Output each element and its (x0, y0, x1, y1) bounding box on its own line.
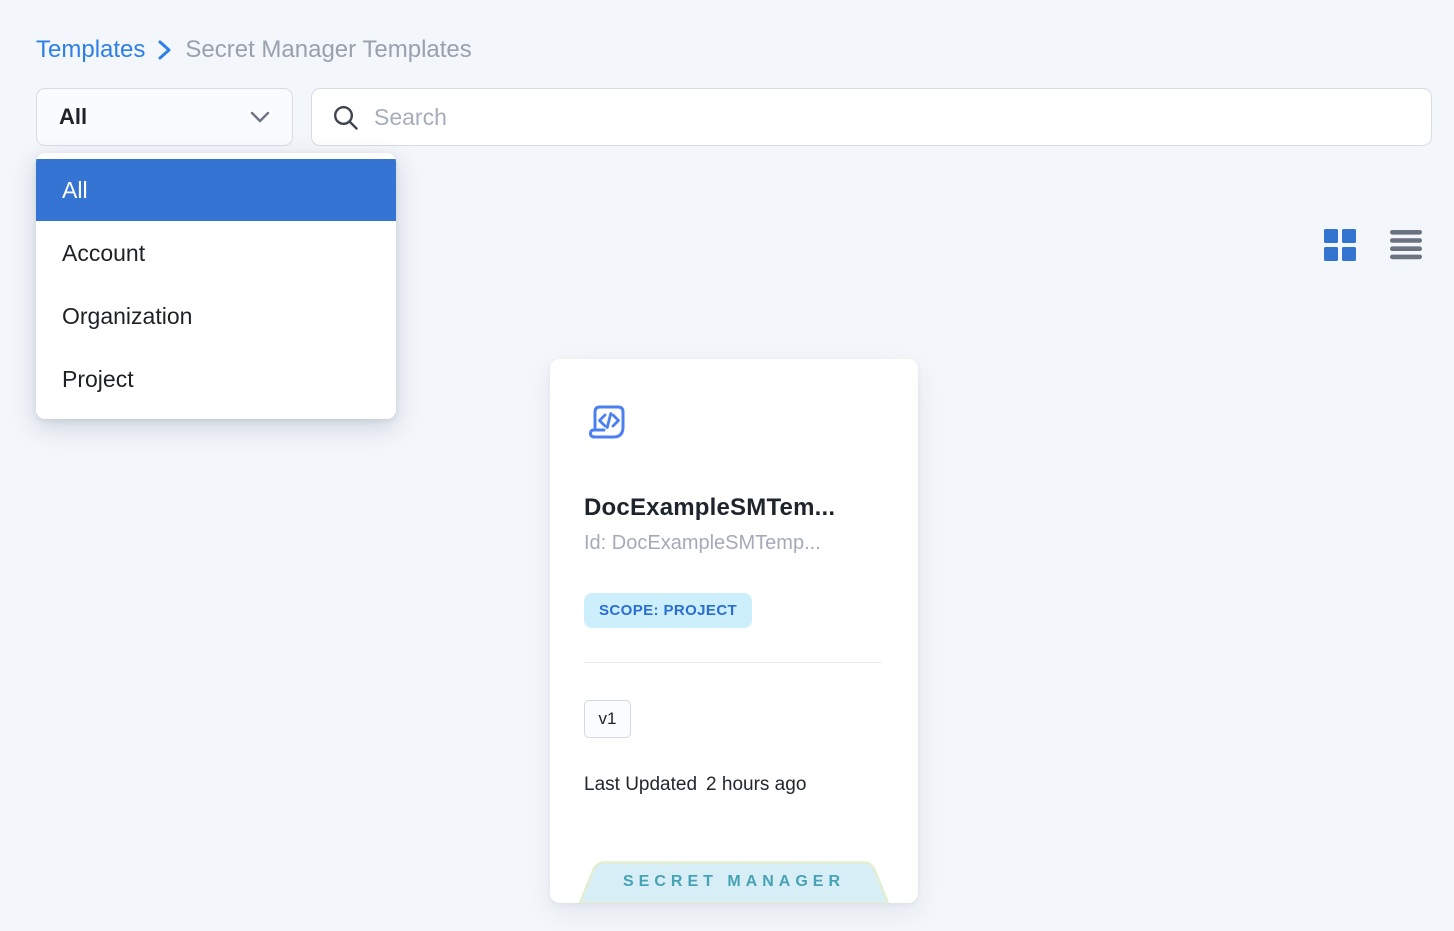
ribbon-label: SECRET MANAGER (578, 873, 890, 891)
scope-filter-menu: All Account Organization Project (36, 153, 396, 419)
grid-view-icon[interactable] (1323, 228, 1357, 262)
breadcrumb-current-page: Secret Manager Templates (185, 36, 471, 64)
secret-manager-ribbon: SECRET MANAGER (578, 861, 890, 903)
chevron-down-icon (250, 111, 270, 123)
scope-filter-dropdown[interactable]: All (36, 88, 293, 146)
chevron-right-icon (157, 39, 173, 61)
menu-option-project[interactable]: Project (36, 348, 396, 410)
scope-filter-value: All (59, 104, 250, 130)
last-updated-value: 2 hours ago (706, 774, 806, 796)
menu-option-label: Project (62, 366, 134, 393)
search-bar (311, 88, 1432, 146)
search-input[interactable] (312, 89, 1431, 145)
card-title: DocExampleSMTem... (584, 494, 882, 522)
breadcrumb: Templates Secret Manager Templates (36, 36, 472, 64)
scope-badge: SCOPE: PROJECT (584, 593, 752, 628)
list-view-icon[interactable] (1390, 229, 1422, 261)
breadcrumb-templates-link[interactable]: Templates (36, 36, 145, 64)
template-card[interactable]: DocExampleSMTem... Id: DocExampleSMTemp.… (550, 359, 918, 903)
menu-option-account[interactable]: Account (36, 222, 396, 284)
menu-option-all[interactable]: All (36, 159, 396, 221)
last-updated-row: Last Updated 2 hours ago (584, 774, 882, 796)
card-id-text: Id: DocExampleSMTemp... (584, 532, 882, 555)
last-updated-label: Last Updated (584, 774, 697, 796)
menu-option-label: All (62, 177, 88, 204)
menu-option-organization[interactable]: Organization (36, 285, 396, 347)
menu-option-label: Account (62, 240, 145, 267)
version-tag: v1 (584, 700, 631, 738)
view-toggle (1323, 228, 1422, 262)
template-code-icon (584, 403, 630, 447)
search-icon (332, 104, 360, 137)
menu-option-label: Organization (62, 303, 192, 330)
